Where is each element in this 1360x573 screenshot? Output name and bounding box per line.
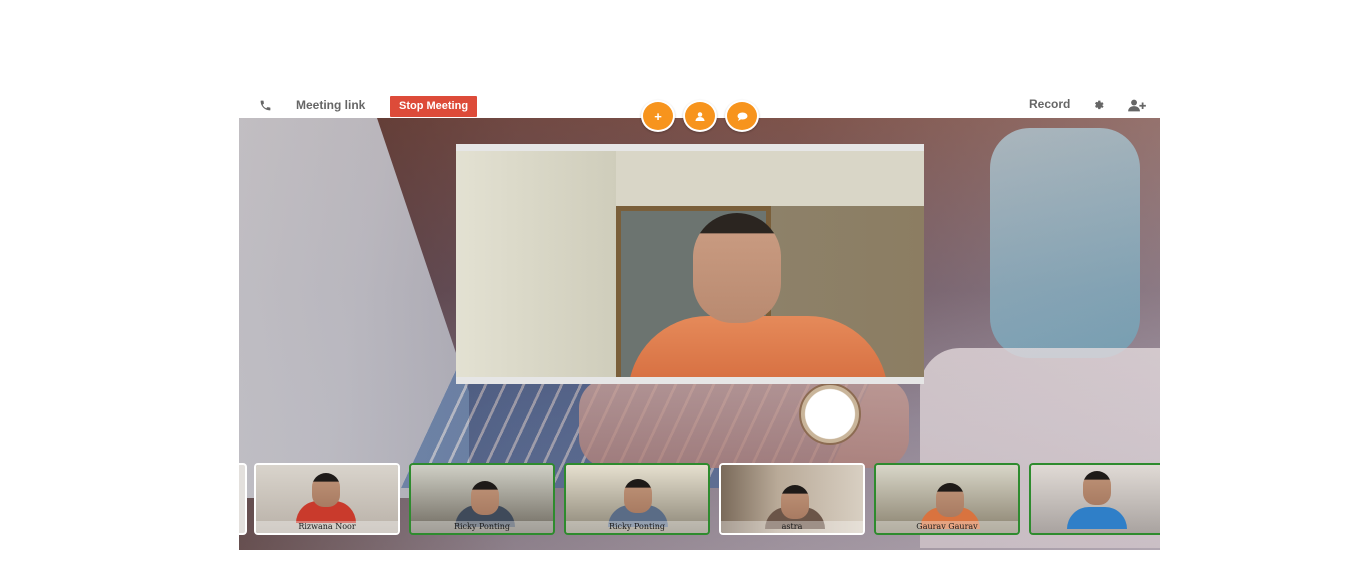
participant-name: Gaurav Gaurav [876, 521, 1018, 533]
participant-strip: Rizwana Noor Ricky Ponting Ricky Ponting… [239, 463, 1160, 537]
speaker-head [693, 213, 781, 323]
participant-name: astra [721, 521, 863, 533]
participant-name: Ricky Ponting [411, 521, 553, 533]
speaker-video-feed [456, 151, 924, 377]
chat-icon[interactable] [725, 100, 759, 132]
participant-thumbnail[interactable]: astra [719, 463, 865, 535]
participant-thumbnail-partial[interactable] [239, 463, 247, 535]
quick-actions: + [641, 100, 761, 134]
record-button[interactable]: Record [1029, 92, 1070, 117]
video-ceiling [616, 151, 924, 206]
participant-name: Ricky Ponting [566, 521, 708, 533]
participant-face [781, 485, 809, 519]
gear-icon[interactable] [1091, 93, 1105, 118]
participant-name [1031, 521, 1160, 533]
user-icon[interactable] [683, 100, 717, 132]
participant-face [1083, 471, 1111, 505]
participant-face [624, 479, 652, 513]
meeting-link-button[interactable]: Meeting link [296, 93, 365, 118]
participant-thumbnail[interactable]: Ricky Ponting [409, 463, 555, 535]
phone-icon[interactable] [256, 93, 274, 118]
background-scarf [990, 128, 1140, 358]
participant-face [471, 481, 499, 515]
participant-thumbnail[interactable]: Rizwana Noor [254, 463, 400, 535]
background-watch [799, 383, 861, 445]
video-wall [456, 151, 616, 377]
participant-thumbnail[interactable]: Ricky Ponting [564, 463, 710, 535]
participant-thumbnail[interactable] [1029, 463, 1160, 535]
participant-thumbnail[interactable]: Gaurav Gaurav [874, 463, 1020, 535]
plus-icon[interactable]: + [641, 100, 675, 132]
add-user-icon[interactable] [1127, 93, 1147, 118]
participant-name: Rizwana Noor [256, 521, 398, 533]
participant-face [312, 473, 340, 507]
participant-face [936, 483, 964, 517]
active-speaker-video[interactable] [456, 144, 924, 384]
stop-meeting-button[interactable]: Stop Meeting [390, 96, 478, 117]
